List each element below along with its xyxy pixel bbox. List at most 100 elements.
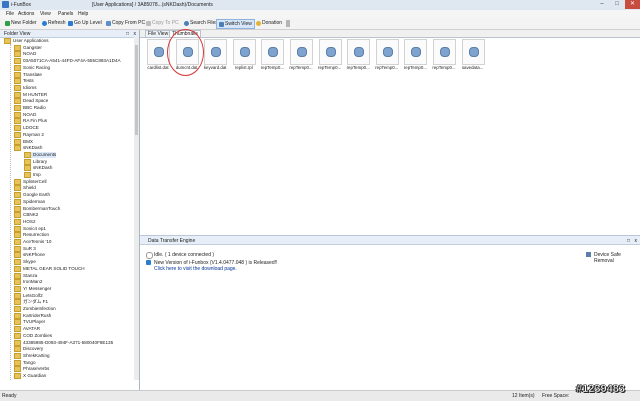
- folder-icon: [14, 352, 21, 359]
- menu-help[interactable]: Help: [78, 11, 88, 17]
- tree-item[interactable]: Library: [24, 158, 47, 165]
- tree-item[interactable]: 03A5071CA-A541-44FD-AF4A-555C893A1D4A: [14, 58, 121, 65]
- tree-item[interactable]: ShrekKarting: [14, 352, 50, 359]
- tree-item[interactable]: Spiderman: [14, 198, 45, 205]
- tree-item[interactable]: Tango: [14, 359, 36, 366]
- tree-item[interactable]: sNKDash: [24, 165, 52, 172]
- pin-icon[interactable]: □: [627, 238, 630, 244]
- search-files-button[interactable]: Search Files: [182, 19, 220, 27]
- pin-icon[interactable]: □: [126, 31, 129, 37]
- tree-item[interactable]: CBNK2: [14, 212, 38, 219]
- folder-icon: [14, 84, 21, 91]
- copy-from-pc-button[interactable]: Copy From PC: [104, 19, 147, 27]
- close-icon[interactable]: ✕: [625, 0, 640, 9]
- tree-item[interactable]: Documents: [24, 151, 57, 159]
- tree-item[interactable]: HOS2: [14, 218, 36, 225]
- tree-item[interactable]: Skype: [14, 259, 36, 266]
- tree-item[interactable]: Rayman 2: [14, 131, 44, 138]
- tree-item[interactable]: Idioms: [14, 84, 37, 91]
- menu-file[interactable]: File: [6, 11, 14, 17]
- file-thumbnail[interactable]: repTemp0...: [288, 39, 314, 73]
- tree-item-label: Idioms: [23, 85, 37, 91]
- folder-icon: [14, 299, 21, 306]
- file-thumbnail[interactable]: savedata...: [460, 39, 486, 73]
- tree-item[interactable]: sNKPhone: [14, 252, 45, 259]
- file-thumbnail[interactable]: repTemp0...: [374, 39, 400, 73]
- folder-icon: [24, 172, 31, 178]
- copy-to-pc-button[interactable]: Copy To PC: [144, 19, 181, 27]
- tree-item[interactable]: X Guardian: [14, 373, 46, 379]
- tree-item[interactable]: AVATAR: [14, 326, 40, 333]
- folder-tree-scrollbar[interactable]: [134, 37, 139, 380]
- tree-item[interactable]: Gangster: [14, 44, 42, 51]
- tree-item[interactable]: KartriderRush: [14, 312, 51, 319]
- tree-item[interactable]: Sonic Racing: [14, 64, 50, 71]
- tree-item[interactable]: NOAD: [14, 111, 36, 118]
- close-panel-icon[interactable]: x: [635, 238, 638, 244]
- folder-icon: [14, 285, 21, 292]
- file-thumbnail[interactable]: repTemp0...: [345, 39, 371, 73]
- file-thumbnail[interactable]: keyvard.dat: [202, 39, 228, 73]
- folder-icon: [14, 91, 21, 98]
- tree-item[interactable]: AceTennis '10: [14, 239, 51, 245]
- tree-item[interactable]: tmp: [24, 172, 41, 178]
- refresh-button[interactable]: Refresh: [40, 19, 68, 27]
- menu-actions[interactable]: Actions: [18, 11, 34, 17]
- maximize-icon[interactable]: □: [610, 0, 624, 9]
- tree-item[interactable]: Translate: [14, 71, 42, 78]
- tree-item[interactable]: BBC Radio: [14, 105, 46, 111]
- tree-item[interactable]: BMX: [14, 138, 33, 145]
- tree-item[interactable]: NOAD: [14, 51, 36, 58]
- folder-icon: [14, 105, 21, 111]
- menu-view[interactable]: View: [40, 11, 51, 17]
- tree-item[interactable]: M HUNTER: [14, 91, 47, 98]
- new-folder-button[interactable]: New Folder: [3, 19, 39, 27]
- tree-item[interactable]: ガンダム F1: [14, 299, 48, 306]
- folder-icon: [14, 51, 21, 58]
- menu-panels[interactable]: Panels: [58, 11, 73, 17]
- tree-item[interactable]: Discovery: [14, 346, 43, 353]
- tree-item[interactable]: PhraseVerbs: [14, 366, 49, 373]
- tree-item[interactable]: Y! Messenger: [14, 285, 51, 292]
- tree-item[interactable]: Shield: [14, 185, 36, 192]
- tree-item[interactable]: 43385985-D093-494F-A371-580040F8E135: [14, 339, 113, 346]
- switch-view-button[interactable]: Switch View: [216, 19, 255, 29]
- file-thumbnail[interactable]: repTemp0...: [402, 39, 428, 73]
- tree-item[interactable]: SplinterCell: [14, 178, 47, 185]
- minimize-icon[interactable]: –: [595, 0, 609, 9]
- tree-item[interactable]: METAL GEAR SOLID TOUCH: [14, 265, 85, 272]
- donation-button[interactable]: Donation: [254, 19, 284, 27]
- file-thumbnail[interactable]: replist.rpl: [231, 39, 257, 73]
- file-thumbnail[interactable]: repTemp0...: [431, 39, 457, 73]
- tree-item[interactable]: Sonic4 ep1: [14, 225, 46, 232]
- tree-item[interactable]: IronMan2: [14, 279, 42, 286]
- file-thumbnail[interactable]: repTemp0...: [317, 39, 343, 73]
- folder-icon: [14, 131, 21, 138]
- scrollbar-thumb[interactable]: [135, 45, 138, 135]
- file-icon: [290, 39, 313, 65]
- tree-item[interactable]: BombermanTouch: [14, 205, 60, 212]
- tree-item[interactable]: Google Earth: [14, 192, 50, 199]
- go-up-level-button[interactable]: Go Up Level: [66, 19, 104, 27]
- tree-item[interactable]: Dead Space: [14, 98, 48, 105]
- folder-icon: [14, 212, 21, 219]
- tree-item[interactable]: ZombieInfection: [14, 306, 56, 312]
- tree-item[interactable]: RA Fin Plus: [14, 118, 47, 125]
- tree-item[interactable]: TVUPlayer: [14, 319, 45, 326]
- tree-item[interactable]: Tests: [14, 78, 34, 85]
- folder-view-header: Folder View □ x: [0, 30, 139, 38]
- tab-file-view[interactable]: File View: [145, 30, 172, 37]
- tree-item-label: SplinterCell: [23, 178, 47, 184]
- file-thumbnail[interactable]: repTemp0...: [259, 39, 285, 73]
- tree-item-label: SuR 3: [23, 245, 36, 251]
- tree-item[interactable]: SuR 3: [14, 245, 36, 252]
- tree-item[interactable]: sNKDash: [14, 145, 42, 152]
- download-link[interactable]: Click here to visit the download page.: [154, 266, 237, 272]
- tree-item[interactable]: Resurrection: [14, 232, 49, 239]
- tree-item[interactable]: Stanza: [14, 272, 37, 279]
- tree-item[interactable]: LDOCE: [14, 125, 39, 132]
- tree-item[interactable]: User Applications: [4, 38, 49, 44]
- device-safe-removal-button[interactable]: Device Safe Removal: [594, 252, 640, 264]
- tree-item[interactable]: COD Zombies: [14, 332, 52, 339]
- tree-item[interactable]: LetsGolf2: [14, 292, 43, 299]
